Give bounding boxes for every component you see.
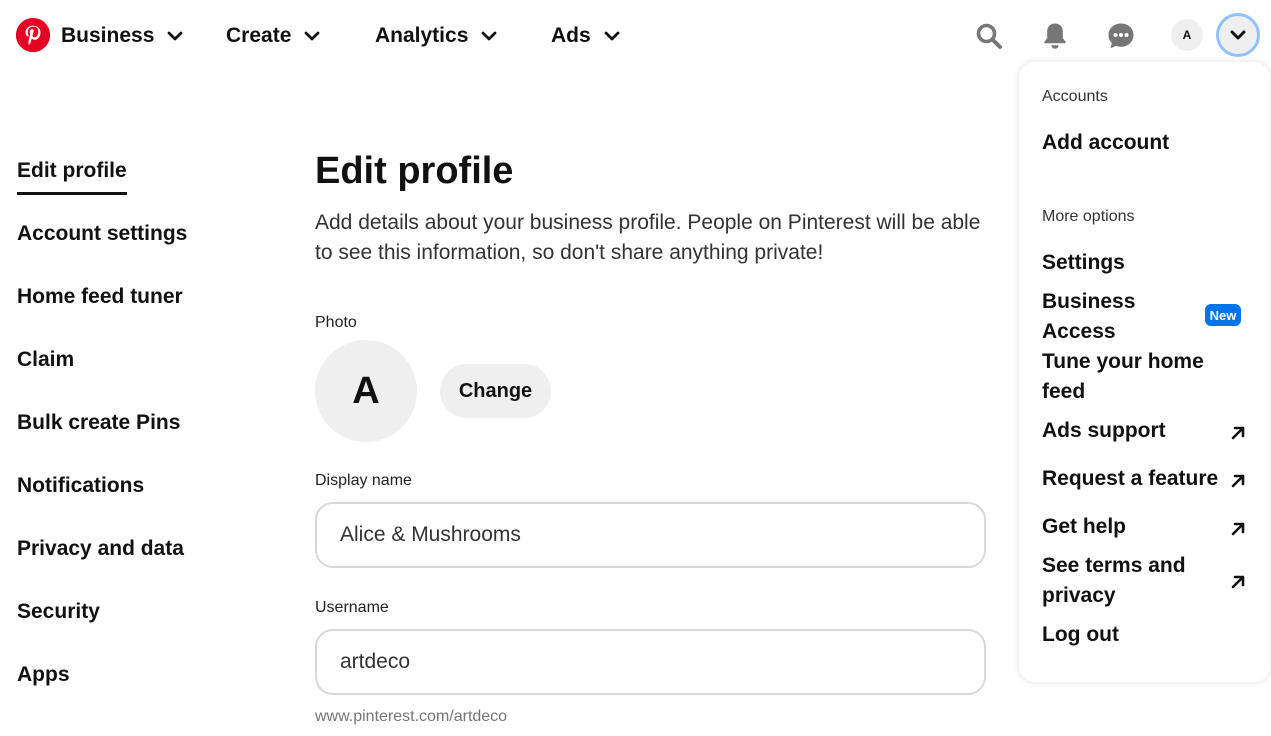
sidebar-item-claim[interactable]: Claim [17, 348, 74, 372]
nav-ads-label: Ads [551, 24, 591, 47]
chevron-down-icon [303, 27, 321, 45]
chevron-down-icon [166, 27, 184, 45]
nav-ads[interactable]: Ads [551, 20, 621, 52]
external-link-icon [1228, 471, 1248, 491]
avatar[interactable]: A [1171, 19, 1203, 51]
sidebar-item-privacy-and-data[interactable]: Privacy and data [17, 537, 184, 561]
display-name-label: Display name [315, 472, 412, 489]
sidebar-item-bulk-create-pins[interactable]: Bulk create Pins [17, 411, 180, 435]
menu-item-terms-privacy[interactable]: See terms and privacy [1042, 551, 1212, 611]
sidebar-item-notifications[interactable]: Notifications [17, 474, 144, 498]
external-link-icon [1228, 423, 1248, 443]
new-badge: New [1205, 304, 1241, 326]
search-icon[interactable] [967, 14, 1011, 58]
nav-create-label: Create [226, 24, 292, 47]
photo-label: Photo [315, 314, 357, 331]
sidebar-item-home-feed-tuner[interactable]: Home feed tuner [17, 285, 183, 309]
bell-icon[interactable] [1033, 14, 1077, 58]
page-description: Add details about your business profile.… [315, 211, 981, 264]
menu-item-ads-support[interactable]: Ads support [1042, 416, 1252, 446]
menu-item-request-feature[interactable]: Request a feature [1042, 464, 1252, 494]
sidebar-item-security[interactable]: Security [17, 600, 100, 624]
external-link-icon [1228, 572, 1248, 592]
chevron-down-icon [480, 27, 498, 45]
chat-icon[interactable] [1099, 14, 1143, 58]
accounts-menu-button[interactable] [1216, 13, 1260, 57]
nav-business-label: Business [61, 24, 155, 47]
chevron-down-icon [603, 27, 621, 45]
more-options-heading: More options [1042, 208, 1135, 225]
menu-item-settings[interactable]: Settings [1042, 248, 1252, 278]
page-title: Edit profile [315, 150, 514, 192]
menu-item-log-out[interactable]: Log out [1042, 620, 1252, 650]
nav-create[interactable]: Create [226, 20, 321, 52]
menu-item-tune-home-feed[interactable]: Tune your home feed [1042, 347, 1232, 407]
add-account-item[interactable]: Add account [1042, 128, 1252, 158]
pinterest-logo-icon[interactable] [16, 18, 50, 52]
menu-item-business-access[interactable]: Business Access [1042, 287, 1192, 347]
change-photo-button[interactable]: Change [440, 364, 551, 418]
accounts-dropdown-menu: Accounts Add account More options Settin… [1019, 62, 1270, 682]
profile-photo: A [315, 340, 417, 442]
username-label: Username [315, 599, 389, 616]
sidebar-item-apps[interactable]: Apps [17, 663, 70, 687]
sidebar-item-account-settings[interactable]: Account settings [17, 222, 187, 246]
username-field[interactable] [315, 629, 986, 695]
nav-business[interactable]: Business [61, 20, 184, 52]
nav-analytics[interactable]: Analytics [375, 20, 498, 52]
menu-item-get-help[interactable]: Get help [1042, 512, 1252, 542]
nav-analytics-label: Analytics [375, 24, 469, 47]
display-name-field[interactable] [315, 502, 986, 568]
avatar-letter: A [1182, 28, 1192, 42]
accounts-heading: Accounts [1042, 88, 1108, 105]
chevron-down-icon [1228, 25, 1248, 45]
external-link-icon [1228, 519, 1248, 539]
profile-photo-letter: A [352, 369, 380, 412]
profile-url-hint: www.pinterest.com/artdeco [315, 708, 508, 725]
sidebar-item-edit-profile[interactable]: Edit profile [17, 159, 127, 195]
